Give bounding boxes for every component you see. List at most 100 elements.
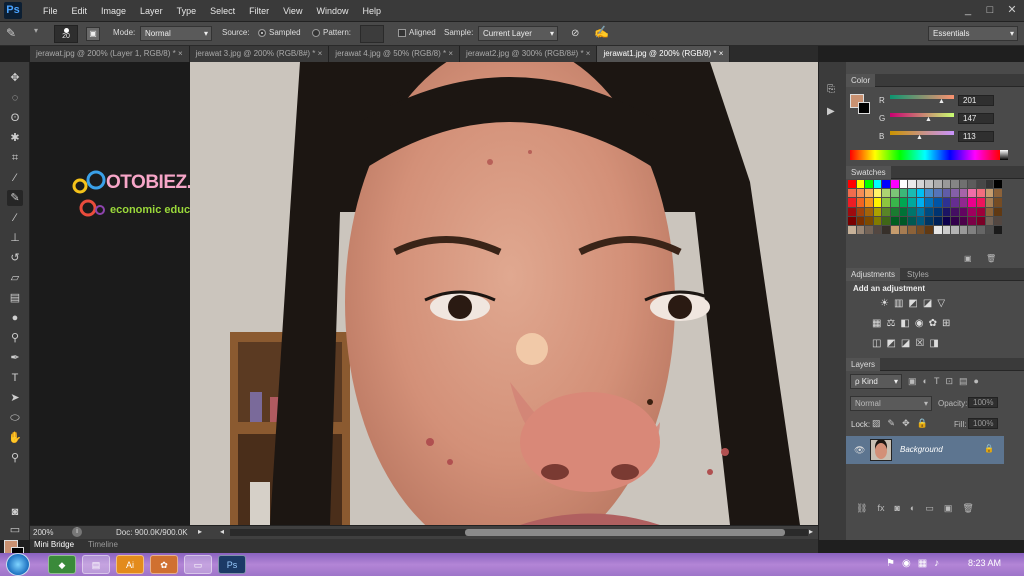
swatch[interactable] (985, 226, 994, 235)
g-slider-handle-icon[interactable]: ▲ (925, 116, 932, 123)
close-icon[interactable]: × (318, 49, 323, 58)
tab-styles[interactable]: Styles (902, 268, 934, 281)
brightness-icon[interactable]: ☀ (880, 298, 889, 309)
swatch[interactable] (925, 216, 933, 225)
tab-mini-bridge[interactable]: Mini Bridge (34, 540, 74, 549)
blend-mode-dropdown[interactable]: Normal (850, 396, 932, 411)
tab-adjustments[interactable]: Adjustments (846, 268, 901, 281)
crop-tool-icon[interactable]: ⌗ (7, 150, 23, 166)
menu-help[interactable]: Help (355, 0, 388, 22)
magic-wand-tool-icon[interactable]: ✱ (7, 130, 23, 146)
horizontal-scrollbar-track[interactable] (230, 529, 808, 536)
b-slider-handle-icon[interactable]: ▲ (916, 134, 923, 141)
swatch[interactable] (865, 180, 873, 189)
menu-layer[interactable]: Layer (133, 0, 170, 22)
swatch[interactable] (873, 189, 882, 198)
swatch[interactable] (865, 189, 873, 198)
swatch[interactable] (848, 198, 856, 207)
pressure-size-icon[interactable]: ✍ (594, 25, 609, 39)
swatch[interactable] (977, 207, 985, 216)
swatch[interactable] (882, 180, 890, 189)
maximize-button[interactable]: □ (982, 2, 998, 18)
eyedropper-tool-icon[interactable]: ⁄ (7, 170, 23, 186)
pattern-radio[interactable]: Pattern: (312, 28, 351, 37)
swatch[interactable] (899, 226, 908, 235)
swatch[interactable] (882, 198, 890, 207)
taskbar-app-1[interactable]: ◆ (48, 555, 76, 574)
curves-icon[interactable]: ◩ (908, 298, 917, 309)
exposure-icon[interactable]: ◪ (923, 298, 932, 309)
marquee-tool-icon[interactable]: ◌ (7, 90, 23, 106)
type-tool-icon[interactable]: T (7, 370, 23, 386)
swatch[interactable] (985, 198, 994, 207)
brush-tool-icon[interactable]: ∕ (7, 210, 23, 226)
swatch[interactable] (908, 189, 916, 198)
tab-color[interactable]: Color (846, 74, 876, 87)
swatch[interactable] (873, 207, 882, 216)
swatch[interactable] (942, 189, 951, 198)
healing-brush-tool-icon[interactable]: ✎ (7, 190, 23, 206)
status-menu-icon[interactable]: ▸ (198, 527, 202, 536)
shape-filter-icon[interactable]: ⊡ (945, 376, 953, 387)
sampled-radio-dot[interactable] (258, 28, 266, 37)
filter-toggle-icon[interactable]: ● (974, 376, 979, 387)
swatch[interactable] (994, 226, 1002, 235)
tab-jerawat2[interactable]: jerawat2.jpg @ 300% (RGB/8#) * × (460, 46, 598, 62)
swatch[interactable] (968, 189, 976, 198)
swatch[interactable] (934, 180, 942, 189)
swatch[interactable] (951, 207, 959, 216)
new-group-icon[interactable]: ▭ (925, 503, 934, 514)
swatch[interactable] (848, 226, 856, 235)
taskbar-explorer-icon[interactable]: ▤ (82, 555, 110, 574)
g-value[interactable]: 147 (958, 113, 994, 124)
taskbar-illustrator-icon[interactable]: Ai (116, 555, 144, 574)
swatch[interactable] (942, 226, 951, 235)
color-balance-icon[interactable]: ⚖ (886, 318, 895, 329)
aligned-check-box[interactable] (398, 28, 406, 37)
r-slider-handle-icon[interactable]: ▲ (938, 98, 945, 105)
tab-jerawat-3[interactable]: jerawat 3.jpg @ 200% (RGB/8#) * × (189, 46, 330, 62)
visibility-eye-icon[interactable]: 👁 (854, 445, 865, 456)
g-slider[interactable] (890, 113, 954, 117)
move-tool-icon[interactable]: ✥ (7, 70, 23, 86)
swatch[interactable] (968, 207, 976, 216)
gradient-map-icon[interactable]: ◨ (929, 338, 938, 349)
levels-icon[interactable]: ▥ (894, 298, 903, 309)
close-icon[interactable]: × (448, 49, 453, 58)
swatch[interactable] (925, 180, 933, 189)
photo-filter-icon[interactable]: ◉ (915, 318, 924, 329)
link-layers-icon[interactable]: ⛓ (856, 503, 867, 514)
new-swatch-icon[interactable]: ▣ (964, 254, 972, 263)
layer-name[interactable]: Background (900, 445, 943, 454)
smart-object-filter-icon[interactable]: ▤ (959, 376, 968, 387)
brush-preset-picker[interactable]: 20 (54, 25, 78, 43)
swatch[interactable] (916, 189, 925, 198)
swatch[interactable] (882, 207, 890, 216)
lock-all-icon[interactable]: 🔒 (917, 418, 928, 429)
color-lookup-icon[interactable]: ⊞ (942, 318, 950, 329)
swatch[interactable] (891, 180, 899, 189)
tray-app-icon[interactable]: ◉ (902, 558, 911, 569)
dodge-tool-icon[interactable]: ⚲ (7, 330, 23, 346)
horizontal-scrollbar-thumb[interactable] (465, 529, 785, 536)
taskbar-app-4[interactable]: ✿ (150, 555, 178, 574)
swatch[interactable] (891, 207, 899, 216)
healing-brush-icon[interactable]: ✎ (6, 26, 16, 40)
swatch[interactable] (891, 198, 899, 207)
opacity-value[interactable]: 100% (968, 397, 998, 408)
threshold-icon[interactable]: ◪ (901, 338, 910, 349)
zoom-tool-icon[interactable]: ⚲ (7, 450, 23, 466)
mode-dropdown[interactable]: Normal (140, 26, 212, 41)
swatch[interactable] (899, 216, 908, 225)
channel-mixer-icon[interactable]: ✿ (929, 318, 937, 329)
swatch[interactable] (977, 180, 985, 189)
swatch[interactable] (848, 207, 856, 216)
swatch[interactable] (994, 180, 1002, 189)
swatch[interactable] (908, 180, 916, 189)
chevron-down-icon[interactable]: ▾ (34, 26, 38, 35)
swatch[interactable] (925, 189, 933, 198)
swatch[interactable] (908, 207, 916, 216)
trash-icon[interactable]: 🗑 (986, 254, 996, 263)
taskbar-photoshop-icon[interactable]: Ps (218, 555, 246, 574)
tab-jerawat[interactable]: jerawat.jpg @ 200% (Layer 1, RGB/8) * × (30, 46, 190, 62)
